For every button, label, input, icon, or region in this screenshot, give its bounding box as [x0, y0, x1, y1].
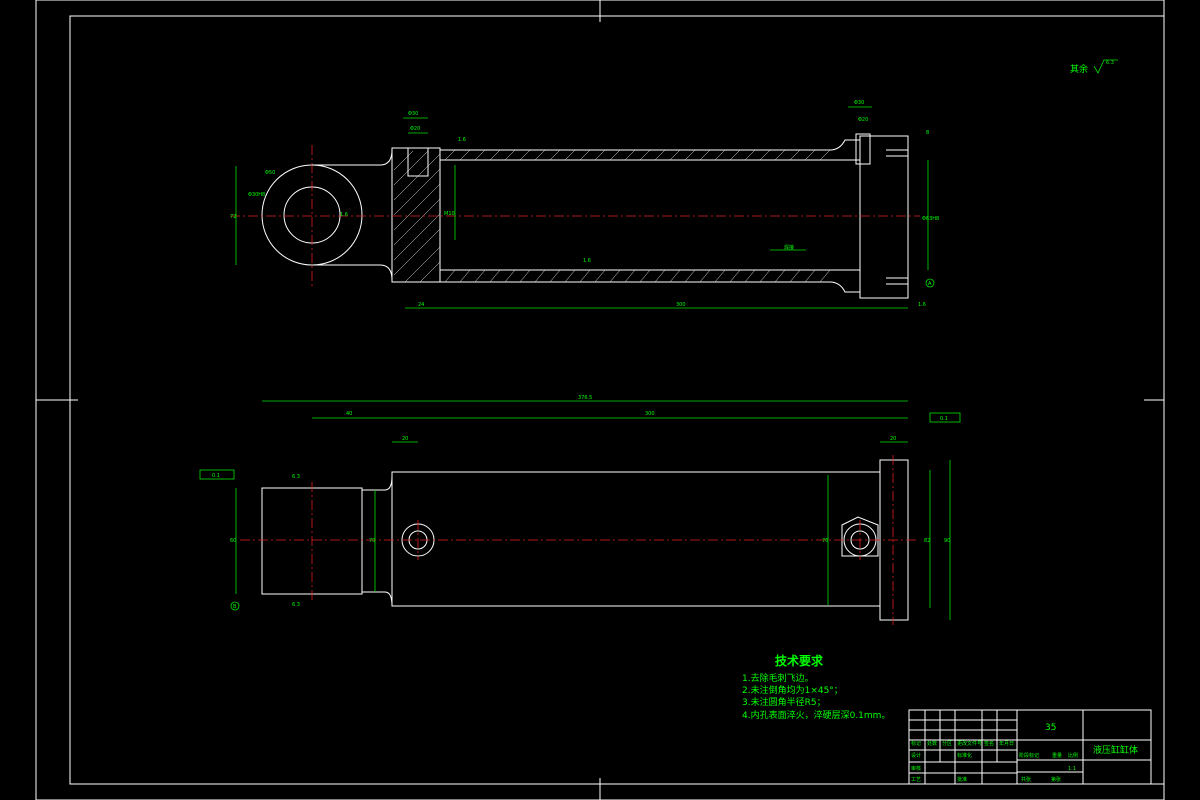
tb-label-mark: 标记	[911, 740, 921, 747]
dim-right-port: Φ30	[854, 100, 864, 106]
tol-right: 0.1	[940, 416, 948, 422]
dim-300: 300	[645, 411, 655, 417]
dim-40: 40	[346, 411, 352, 417]
dim-main-len: 300	[676, 302, 686, 308]
tb-label-standard: 标准化	[957, 752, 972, 759]
cylinder-top-outer	[440, 139, 860, 151]
leader-label: 焊接	[784, 244, 794, 251]
dim-20-left: 20	[402, 436, 408, 442]
dim-height-r3: 90	[944, 538, 950, 544]
tb-label-review: 审核	[911, 765, 921, 772]
dim-left-len: 24	[418, 302, 424, 308]
end-cap-oil-port	[407, 147, 429, 177]
dim-height-r1: 76	[822, 538, 828, 544]
tb-label-approve: 批准	[957, 776, 967, 783]
tb-label-date: 年月日	[999, 740, 1014, 747]
dim-ra-top: 1.6	[458, 137, 466, 143]
tb-label-sheet-no: 第张	[1051, 776, 1061, 783]
tb-label-process: 工艺	[911, 777, 921, 783]
tb-label-total-sheets: 共张	[1021, 776, 1031, 783]
dim-ra-bottom: 6.3	[292, 602, 300, 608]
dim-eye-bore: Φ30H8	[248, 192, 265, 198]
left-neck-bottom	[362, 591, 393, 607]
hatch-bottom-wall	[444, 269, 831, 283]
tb-label-ratio: 比例	[1068, 752, 1078, 759]
dim-right-2: 1.6	[918, 302, 926, 308]
dim-height-left: 60	[230, 538, 236, 544]
frame-border	[69, 15, 1165, 785]
part-name: 液压缸缸体	[1093, 744, 1138, 756]
dim-hole-inner: Φ20	[410, 126, 420, 132]
dim-right-port-inner: Φ20	[858, 117, 868, 123]
dim-height: 72	[230, 214, 236, 220]
tech-requirements-title: 技术要求	[775, 653, 824, 668]
hatch-end-cap	[393, 150, 441, 283]
eye-neck-top	[312, 149, 393, 166]
dim-20-right: 20	[890, 436, 896, 442]
dim-height-mid: 70	[369, 538, 375, 544]
tb-label-count: 处数	[927, 740, 937, 747]
dim-height-r2: 82	[924, 538, 930, 544]
tech-item-1: 1.去除毛刺飞边。	[742, 672, 814, 684]
tech-item-2: 2.未注倒角均为1×45°；	[742, 684, 843, 696]
tb-label-zone: 分区	[942, 740, 952, 747]
top-view: Φ30 Φ20 1.6 Φ30 Φ20 Φ50 Φ30H8 1.6 72 M10…	[230, 100, 939, 309]
material: 35	[1045, 723, 1056, 733]
left-neck-top	[362, 475, 393, 491]
tb-label-weight: 重量	[1052, 752, 1062, 759]
tech-requirements: 技术要求 1.去除毛刺飞边。 2.未注倒角均为1×45°； 3.未注圆角半径R5…	[742, 653, 890, 721]
tb-label-stage: 阶段标记	[1019, 752, 1039, 759]
dim-right-1: 8	[926, 130, 929, 136]
cylinder-bottom-outer	[440, 281, 860, 293]
scale: 1:1	[1068, 766, 1076, 772]
datum-a: A	[928, 281, 932, 287]
bottom-view: 376.5 40 300 20 20 0.1 0.1 6.3 6.3 B 60 …	[199, 395, 961, 625]
main-body	[391, 471, 881, 607]
eye-neck-bottom	[312, 264, 393, 281]
dim-hole-outer: Φ30	[408, 111, 418, 117]
dim-overall: 376.5	[578, 395, 592, 401]
datum-b: B	[233, 604, 237, 610]
end-cap	[391, 147, 441, 283]
dim-bore-label: Φ63H8	[922, 216, 939, 222]
cad-drawing: 其余 6.3 Φ30 Φ20 1.6 Φ30 Φ20 Φ50 Φ30H8 1.6…	[35, 0, 1165, 800]
hatch-top-wall	[444, 149, 831, 161]
right-flange	[859, 135, 909, 299]
roughness-note-value: 6.3	[1106, 60, 1114, 66]
dim-eye: Φ50	[265, 170, 275, 176]
tol-left: 0.1	[212, 473, 220, 479]
dim-ra-left: 6.3	[292, 474, 300, 480]
tech-item-4: 4.内孔表面淬火，淬硬层深0.1mm。	[742, 709, 890, 721]
roughness-note-label: 其余	[1070, 63, 1088, 75]
sheet-border	[35, 0, 1165, 800]
tb-label-change: 更改文件号	[957, 740, 982, 747]
dim-small: M10	[444, 211, 455, 217]
tb-label-sign: 签名	[984, 740, 994, 747]
dim-ra-eye: 1.6	[340, 212, 348, 218]
tb-label-design: 设计	[911, 752, 921, 759]
tech-item-3: 3.未注圆角半径R5；	[742, 696, 826, 708]
dim-ra-bottom: 1.6	[583, 258, 591, 264]
title-block: 35 液压缸缸体 1:1 标记 处数 分区 更改文件号 签名 年月日 设计 标准…	[908, 709, 1152, 785]
